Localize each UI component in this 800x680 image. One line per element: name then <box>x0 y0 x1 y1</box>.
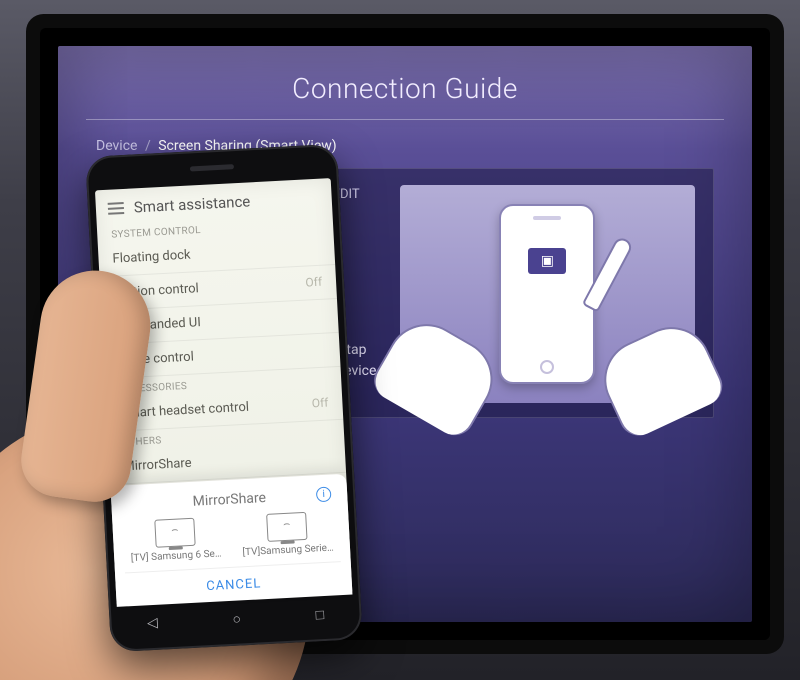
illustration-hand-right <box>591 314 729 442</box>
tv-icon: ⌢ <box>266 512 307 542</box>
row-label: MirrorShare <box>123 456 192 475</box>
device-label: [TV]Samsung Serie… <box>242 542 334 558</box>
divider <box>86 119 724 120</box>
illustration-phone: ▣ <box>499 204 595 384</box>
device-option-2[interactable]: ⌢ [TV]Samsung Serie… <box>234 510 340 558</box>
tv-icon: ⌢ <box>154 518 195 548</box>
mirrorshare-sheet: MirrorShare i ⌢ [TV] Samsung 6 Se… ⌢ [TV… <box>110 473 352 607</box>
nav-home-icon[interactable]: ○ <box>232 610 241 627</box>
info-icon[interactable]: i <box>316 487 332 503</box>
settings-title: Smart assistance <box>133 192 250 216</box>
row-value: Off <box>311 396 328 412</box>
tv-title: Connection Guide <box>96 72 714 105</box>
device-option-1[interactable]: ⌢ [TV] Samsung 6 Se… <box>122 516 228 564</box>
smart-view-icon: ▣ <box>528 248 566 274</box>
nav-recent-icon[interactable]: □ <box>315 606 324 623</box>
cancel-button[interactable]: CANCEL <box>125 561 342 600</box>
illustration-hand-left <box>367 310 507 443</box>
row-label: Floating dock <box>112 248 191 267</box>
illustration: ▣ <box>400 185 695 403</box>
row-value: Off <box>305 275 322 291</box>
nav-back-icon[interactable]: ◁ <box>147 615 159 632</box>
breadcrumb-separator: / <box>145 138 151 154</box>
breadcrumb-prev: Device <box>96 138 137 154</box>
device-label: [TV] Samsung 6 Se… <box>131 548 222 564</box>
menu-icon[interactable] <box>108 202 125 215</box>
